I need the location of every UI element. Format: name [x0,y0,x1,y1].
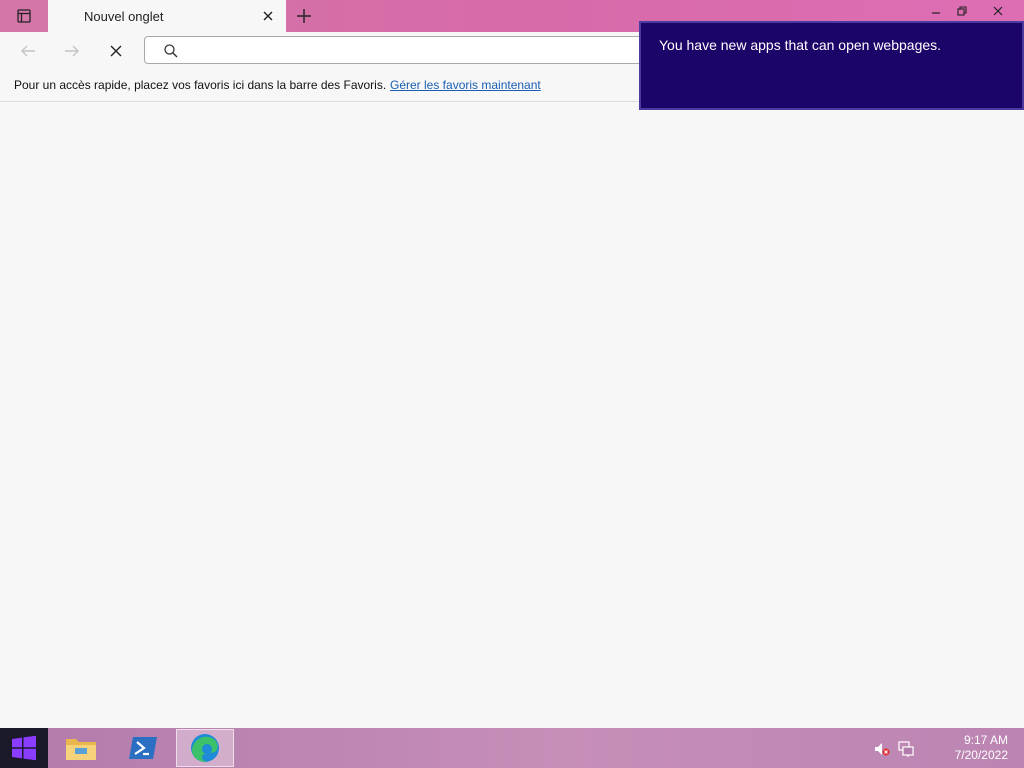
search-icon [163,43,179,64]
taskbar: 9:17 AM 7/20/2022 [0,728,1024,768]
tab-actions-button[interactable] [0,0,48,32]
back-button[interactable] [14,37,42,65]
address-bar[interactable] [144,36,664,64]
close-icon [993,6,1003,16]
restore-button[interactable] [946,0,978,22]
tab-nouvel-onglet[interactable]: Nouvel onglet [48,0,286,32]
new-tab-button[interactable] [292,4,316,28]
file-explorer-icon [66,739,96,760]
minimize-icon [932,12,940,14]
taskbar-file-explorer[interactable] [52,729,110,767]
powershell-icon [129,737,157,759]
address-input[interactable] [187,40,651,62]
close-icon [263,11,273,21]
forward-button[interactable] [58,37,86,65]
arrow-left-icon [21,45,35,57]
taskbar-edge[interactable] [176,729,234,767]
tab-actions-icon [17,9,31,23]
restore-icon [957,6,967,16]
tab-title: Nouvel onglet [84,9,164,24]
stop-loading-button[interactable] [102,37,130,65]
tab-close-button[interactable] [258,6,278,26]
notification-toast[interactable]: You have new apps that can open webpages… [639,21,1024,110]
network-icon[interactable] [898,741,914,762]
manage-favorites-link[interactable]: Gérer les favoris maintenant [390,78,541,92]
favorites-prompt: Pour un accès rapide, placez vos favoris… [14,78,387,92]
plus-icon [297,9,311,23]
edge-icon [191,734,219,763]
arrow-right-icon [65,45,79,57]
close-icon [110,45,122,57]
toast-message: You have new apps that can open webpages… [659,37,942,53]
start-button[interactable] [0,728,48,768]
clock-date: 7/20/2022 [954,748,1008,762]
clock-time: 9:17 AM [963,733,1008,747]
close-window-button[interactable] [982,0,1014,22]
system-clock[interactable]: 9:17 AM 7/20/2022 [955,733,1008,763]
windows-logo-icon [12,735,36,761]
volume-muted-icon[interactable] [874,741,890,762]
taskbar-powershell[interactable] [114,729,172,767]
